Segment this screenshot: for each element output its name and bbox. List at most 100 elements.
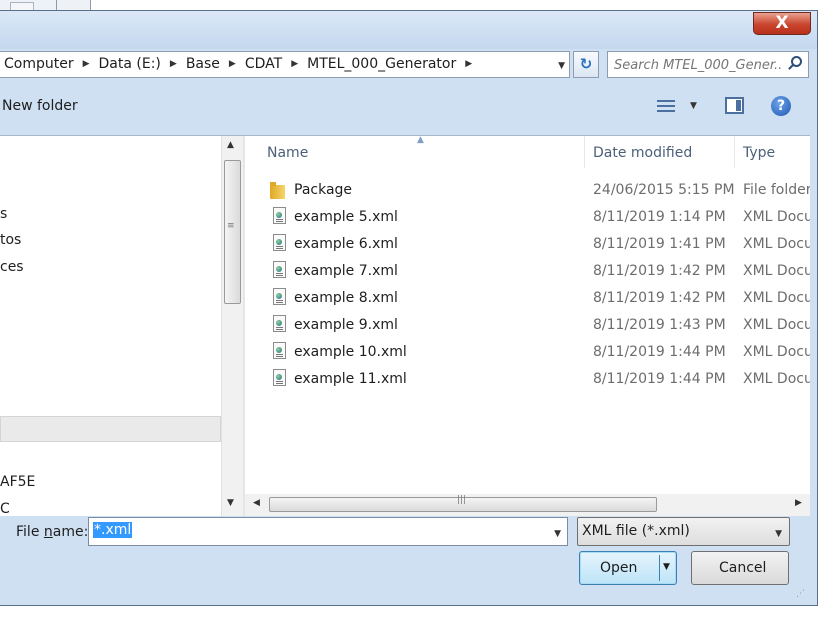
scroll-thumb[interactable]: [224, 160, 241, 304]
file-name-history-dropdown-icon[interactable]: ▼: [554, 529, 561, 539]
scroll-grip-icon: ≡: [227, 221, 235, 231]
nav-item[interactable]: AF5E: [0, 474, 35, 490]
file-date: 8/11/2019 1:41 PM: [593, 236, 726, 252]
file-name-label: File name:: [16, 524, 89, 540]
nav-item[interactable]: s: [0, 206, 7, 222]
scroll-right-arrow-icon[interactable]: ▶: [795, 498, 802, 508]
breadcrumb-separator-icon[interactable]: ▶: [465, 59, 472, 69]
file-row-folder[interactable]: Package 24/06/2015 5:15 PM File folder: [245, 178, 810, 205]
file-name-input[interactable]: *.xml ▼: [88, 517, 568, 546]
file-type: XML Docu: [743, 290, 810, 306]
resize-grip-icon[interactable]: ⋰: [796, 589, 805, 599]
file-name: example 5.xml: [294, 209, 398, 225]
file-type-value: XML file (*.xml): [582, 523, 690, 539]
xml-file-icon: [273, 207, 286, 224]
file-row[interactable]: example 8.xml 8/11/2019 1:42 PM XML Docu: [245, 286, 810, 313]
file-date: 8/11/2019 1:42 PM: [593, 290, 726, 306]
file-date: 8/11/2019 1:14 PM: [593, 209, 726, 225]
file-type: XML Docu: [743, 371, 810, 387]
file-name: example 8.xml: [294, 290, 398, 306]
file-type: XML Docu: [743, 344, 810, 360]
file-list: Name ▲ Date modified Type Package 24/06/…: [245, 136, 810, 516]
breadcrumb-separator-icon[interactable]: ▶: [170, 59, 177, 69]
navigation-pane[interactable]: s tos ces AF5E C: [0, 136, 221, 517]
file-type: XML Docu: [743, 209, 810, 225]
file-row[interactable]: example 5.xml 8/11/2019 1:14 PM XML Docu: [245, 205, 810, 232]
nav-item-selected[interactable]: [0, 416, 221, 442]
file-name: Package: [294, 182, 353, 198]
chevron-down-icon[interactable]: ▼: [775, 529, 782, 539]
breadcrumb-cdat[interactable]: CDAT: [245, 56, 282, 72]
xml-file-icon: [273, 261, 286, 278]
file-name: example 7.xml: [294, 263, 398, 279]
nav-item[interactable]: C: [0, 501, 10, 517]
xml-file-icon: [273, 234, 286, 251]
file-date: 8/11/2019 1:43 PM: [593, 317, 726, 333]
breadcrumb-computer[interactable]: Computer: [4, 56, 74, 72]
file-list-horizontal-scrollbar[interactable]: ◀ ||| ▶: [245, 494, 810, 516]
file-type: XML Docu: [743, 317, 810, 333]
xml-file-icon: [273, 342, 286, 359]
refresh-button[interactable]: ↻: [573, 51, 599, 78]
address-bar[interactable]: Computer ▶ Data (E:) ▶ Base ▶ CDAT ▶ MTE…: [0, 51, 570, 78]
breadcrumb: Computer ▶ Data (E:) ▶ Base ▶ CDAT ▶ MTE…: [4, 56, 481, 72]
breadcrumb-separator-icon[interactable]: ▶: [291, 59, 298, 69]
nav-item[interactable]: ces: [0, 259, 24, 275]
scroll-down-arrow-icon[interactable]: ▼: [227, 498, 234, 508]
column-header-date-modified[interactable]: Date modified: [593, 136, 692, 168]
scroll-grip-icon: |||: [457, 495, 467, 505]
title-bar: X: [0, 11, 817, 49]
file-row[interactable]: example 7.xml 8/11/2019 1:42 PM XML Docu: [245, 259, 810, 286]
nav-item[interactable]: tos: [0, 232, 21, 248]
breadcrumb-mtel-generator[interactable]: MTEL_000_Generator: [307, 56, 456, 72]
change-view-icon[interactable]: [657, 99, 675, 115]
search-icon[interactable]: [791, 56, 802, 67]
column-divider[interactable]: [584, 136, 585, 168]
help-icon[interactable]: ?: [771, 96, 791, 116]
scroll-up-arrow-icon[interactable]: ▲: [227, 140, 234, 150]
navigation-scrollbar[interactable]: ▲ ≡ ▼: [221, 136, 244, 516]
open-options-dropdown-icon[interactable]: ▼: [663, 562, 670, 572]
cancel-button[interactable]: Cancel: [691, 551, 789, 585]
breadcrumb-separator-icon[interactable]: ▶: [83, 59, 90, 69]
view-options-dropdown-icon[interactable]: ▼: [690, 101, 697, 111]
address-history-dropdown-icon[interactable]: ▼: [558, 61, 565, 71]
breadcrumb-base[interactable]: Base: [186, 56, 220, 72]
browser-area: s tos ces AF5E C ▲ ≡ ▼ Name ▲ Date modif…: [0, 135, 810, 517]
file-date: 8/11/2019 1:44 PM: [593, 344, 726, 360]
preview-pane-icon[interactable]: [725, 97, 744, 114]
file-type-select[interactable]: XML file (*.xml) ▼: [577, 517, 790, 546]
breadcrumb-separator-icon[interactable]: ▶: [229, 59, 236, 69]
file-type: XML Docu: [743, 263, 810, 279]
new-folder-button[interactable]: New folder: [2, 98, 78, 114]
scroll-left-arrow-icon[interactable]: ◀: [253, 498, 260, 508]
search-input[interactable]: [612, 55, 784, 75]
file-type: XML Docu: [743, 236, 810, 252]
file-date: 8/11/2019 1:44 PM: [593, 371, 726, 387]
breadcrumb-data-drive[interactable]: Data (E:): [99, 56, 161, 72]
file-row[interactable]: example 10.xml 8/11/2019 1:44 PM XML Doc…: [245, 340, 810, 367]
split-button-divider: [659, 555, 660, 581]
file-name-value[interactable]: *.xml: [93, 522, 133, 538]
open-button[interactable]: Open ▼: [579, 551, 677, 585]
xml-file-icon: [273, 369, 286, 386]
sort-ascending-icon: ▲: [417, 136, 424, 145]
file-name: example 6.xml: [294, 236, 398, 252]
file-name: example 11.xml: [294, 371, 407, 387]
file-name: example 10.xml: [294, 344, 407, 360]
search-box[interactable]: [607, 51, 809, 78]
column-divider[interactable]: [734, 136, 735, 168]
xml-file-icon: [273, 315, 286, 332]
open-button-label: Open: [600, 560, 638, 576]
folder-icon: [270, 182, 286, 199]
file-type: File folder: [743, 182, 810, 198]
file-row[interactable]: example 6.xml 8/11/2019 1:41 PM XML Docu: [245, 232, 810, 259]
open-file-dialog: X Computer ▶ Data (E:) ▶ Base ▶ CDAT ▶ M…: [0, 10, 818, 606]
file-row[interactable]: example 11.xml 8/11/2019 1:44 PM XML Doc…: [245, 367, 810, 394]
close-button[interactable]: X: [753, 12, 811, 35]
file-row[interactable]: example 9.xml 8/11/2019 1:43 PM XML Docu: [245, 313, 810, 340]
column-header-name[interactable]: Name: [267, 136, 308, 168]
file-date: 8/11/2019 1:42 PM: [593, 263, 726, 279]
file-name: example 9.xml: [294, 317, 398, 333]
column-header-type[interactable]: Type: [743, 136, 775, 168]
